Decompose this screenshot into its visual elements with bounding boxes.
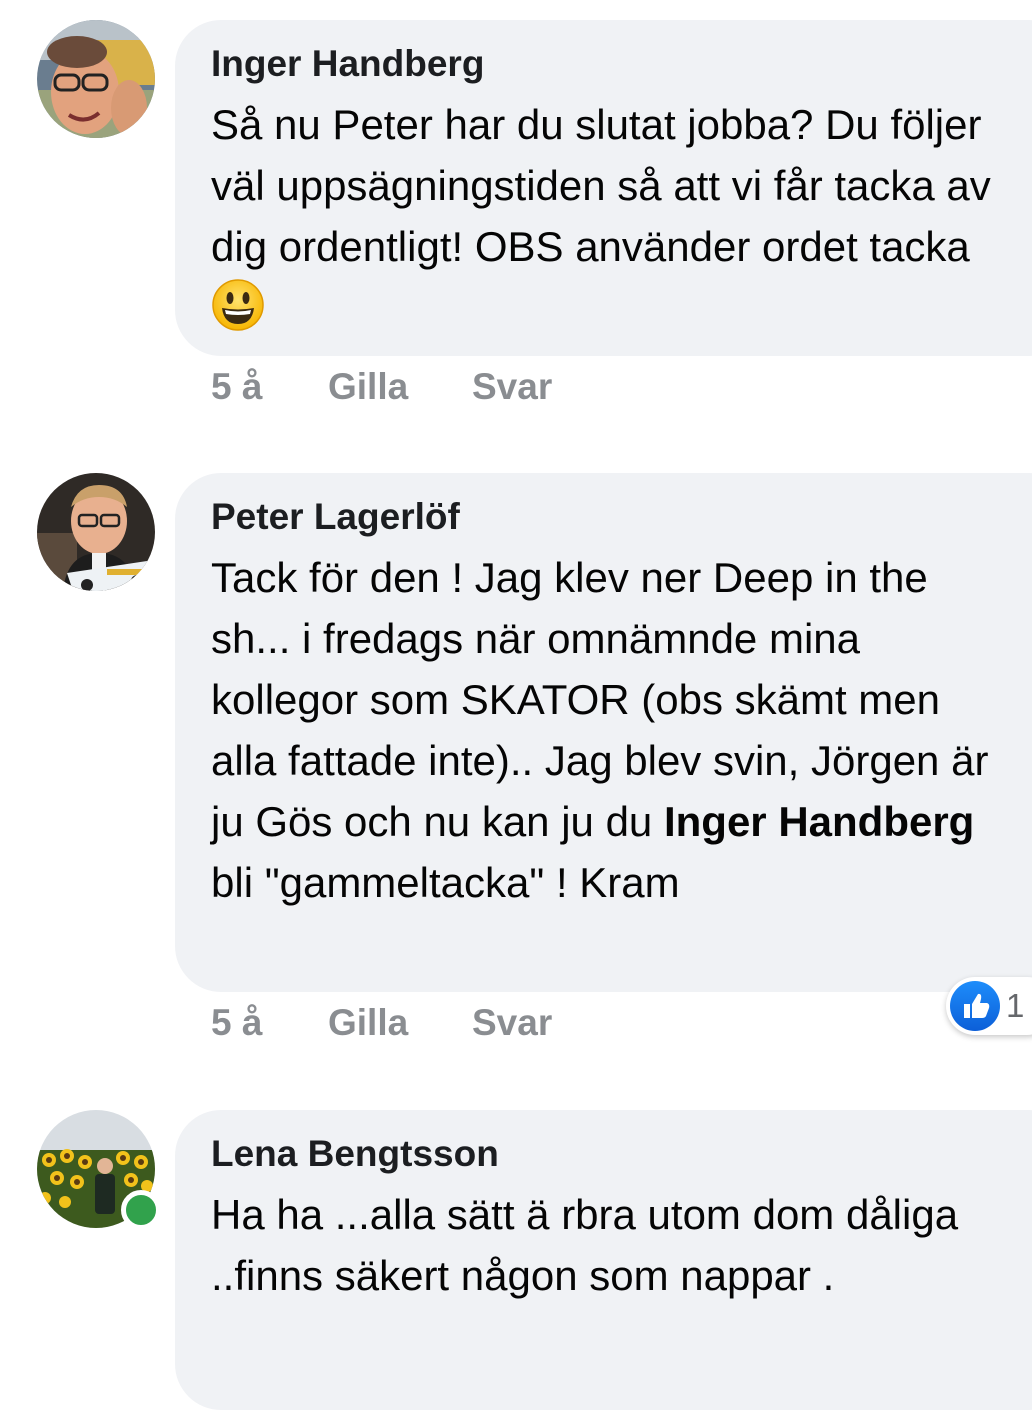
avatar-inger-image [37, 20, 155, 138]
mention-link[interactable]: Inger Handberg [664, 798, 974, 845]
comment-text: Tack för den ! Jag klev ner Deep in the … [211, 547, 1005, 913]
comment-author[interactable]: Peter Lagerlöf [211, 493, 1005, 541]
online-status-dot [121, 1190, 161, 1230]
comment-author[interactable]: Inger Handberg [211, 40, 1005, 88]
comment-text: Ha ha ...alla sätt ä rbra utom dom dålig… [211, 1191, 959, 1299]
comment-author[interactable]: Lena Bengtsson [211, 1130, 1005, 1178]
like-button[interactable]: Gilla [328, 998, 408, 1048]
avatar-peter-lagerlof[interactable] [37, 473, 155, 591]
reply-button[interactable]: Svar [472, 362, 552, 412]
comment-text-body: Så nu Peter har du slutat jobba? Du följ… [211, 101, 991, 270]
comment-timestamp: 5 å [211, 1002, 263, 1043]
reaction-count: 1 [1006, 987, 1025, 1024]
grinning-face-icon [211, 278, 265, 332]
like-thumb-icon [950, 981, 1000, 1031]
comment-bubble: Inger Handberg Så nu Peter har du slutat… [175, 20, 1032, 356]
comment-text: Så nu Peter har du slutat jobba? Du följ… [211, 94, 1005, 338]
comment-text-body: bli "gammeltacka" ! Kram [211, 859, 680, 906]
avatar-peter-image [37, 473, 155, 591]
reaction-summary[interactable]: 1 [946, 977, 1032, 1035]
comment-bubble: Peter Lagerlöf Tack för den ! Jag klev n… [175, 473, 1032, 992]
avatar-inger-handberg[interactable] [37, 20, 155, 138]
comment-timestamp: 5 å [211, 366, 263, 407]
like-button[interactable]: Gilla [328, 362, 408, 412]
comment-bubble: Lena Bengtsson Ha ha ...alla sätt ä rbra… [175, 1110, 1032, 1410]
reply-button[interactable]: Svar [472, 998, 552, 1048]
